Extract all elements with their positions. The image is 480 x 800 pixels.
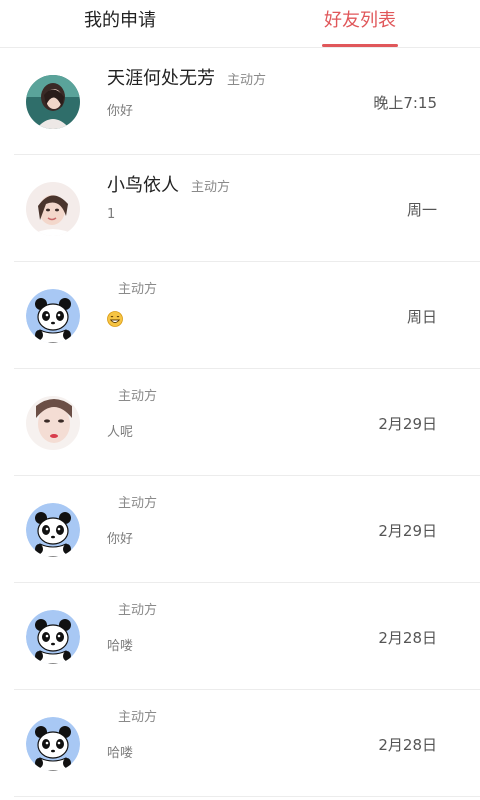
message-time: 2月29日 — [378, 415, 437, 433]
last-message: 你好 — [107, 532, 134, 547]
friend-name-line: 主动方 — [118, 492, 157, 518]
woman-photo-icon — [26, 75, 80, 129]
role-tag: 主动方 — [118, 603, 158, 618]
role-tag: 主动方 — [118, 282, 158, 297]
friend-row[interactable]: 主动方 哈喽 2月28日 — [0, 690, 480, 797]
panda-avatar-icon — [26, 289, 80, 343]
role-tag: 主动方 — [118, 496, 158, 511]
panda-avatar-icon — [26, 503, 80, 557]
woman-photo-icon — [26, 396, 80, 450]
role-tag: 主动方 — [118, 710, 158, 725]
avatar[interactable] — [26, 396, 80, 450]
avatar[interactable] — [26, 717, 80, 771]
friend-row[interactable]: 主动方 哈喽 2月28日 — [0, 583, 480, 690]
friend-row[interactable]: 天涯何处无芳 主动方 你好 晚上7:15 — [0, 48, 480, 155]
friend-name-line: 主动方 — [118, 706, 157, 732]
friend-name-line: 小鸟依人 主动方 — [107, 171, 230, 197]
panda-avatar-icon — [26, 717, 80, 771]
friend-row[interactable]: 主动方 人呢 2月29日 — [0, 369, 480, 476]
grin-emoji-icon — [107, 311, 123, 327]
tab-my-requests[interactable]: 我的申请 — [60, 0, 180, 48]
friend-row[interactable]: 主动方 你好 2月29日 — [0, 476, 480, 583]
avatar[interactable] — [26, 289, 80, 343]
avatar[interactable] — [26, 503, 80, 557]
active-tab-indicator — [322, 44, 398, 47]
tab-friends-list-label: 好友列表 — [324, 10, 396, 31]
friend-name-line: 主动方 — [118, 385, 157, 411]
message-time: 晚上7:15 — [373, 94, 437, 112]
panda-avatar-icon — [26, 610, 80, 664]
avatar[interactable] — [26, 610, 80, 664]
message-time: 2月29日 — [378, 522, 437, 540]
avatar[interactable] — [26, 75, 80, 129]
friend-name-line: 天涯何处无芳 主动方 — [107, 64, 266, 90]
friend-name: 小鸟依人 — [107, 175, 179, 196]
friend-row[interactable]: 小鸟依人 主动方 1 周一 — [0, 155, 480, 262]
message-time: 周一 — [406, 201, 437, 219]
last-message: 1 — [107, 207, 116, 222]
role-tag: 主动方 — [118, 389, 158, 404]
message-time: 2月28日 — [378, 736, 437, 754]
role-tag: 主动方 — [227, 73, 267, 88]
message-time: 2月28日 — [378, 629, 437, 647]
friends-list: 天涯何处无芳 主动方 你好 晚上7:15 小鸟依人 主动方 1 周一 主动方 周… — [0, 48, 480, 797]
tab-friends-list[interactable]: 好友列表 — [300, 0, 420, 48]
friend-row[interactable]: 主动方 周日 — [0, 262, 480, 369]
friend-name-line: 主动方 — [118, 599, 157, 625]
message-time: 周日 — [406, 308, 437, 326]
tab-bar: 我的申请 好友列表 — [0, 0, 480, 48]
role-tag: 主动方 — [191, 180, 231, 195]
last-message: 你好 — [107, 104, 134, 119]
avatar[interactable] — [26, 182, 80, 236]
friend-name-line: 主动方 — [118, 278, 157, 304]
last-message: 哈喽 — [107, 746, 134, 761]
last-message: 人呢 — [107, 425, 134, 440]
woman-photo-icon — [26, 182, 80, 236]
last-message: 哈喽 — [107, 639, 134, 654]
friend-name: 天涯何处无芳 — [107, 68, 215, 89]
